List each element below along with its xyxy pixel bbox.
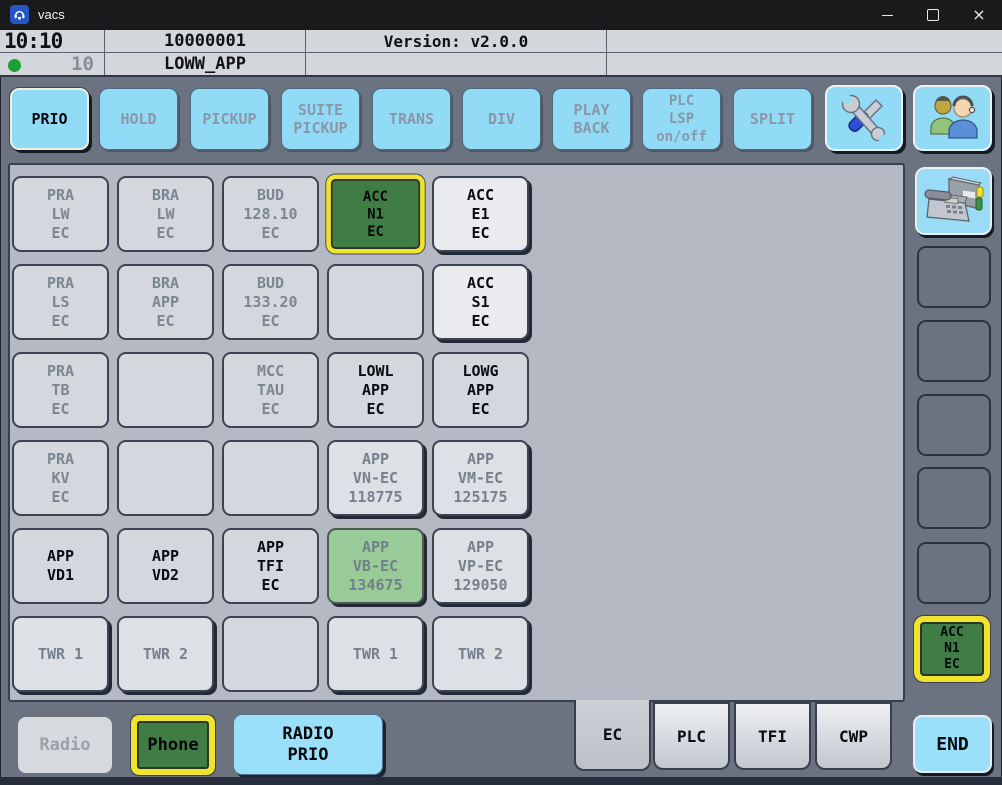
da-button-bud-12810[interactable]: BUD 128.10 EC — [222, 176, 319, 252]
status-bar: 10:10 10 10000001 LOWW_APP Version: v2.0… — [0, 30, 1002, 77]
window-title: vacs — [38, 7, 65, 22]
status-green-dot — [8, 59, 21, 72]
radio-prio-button[interactable]: RADIO PRIO — [233, 714, 383, 775]
call-slot-empty[interactable] — [917, 542, 991, 604]
da-button-lowl-app[interactable]: LOWL APP EC — [327, 352, 424, 428]
toolbar-button-playback[interactable]: PLAY BACK — [552, 88, 631, 150]
version-label: Version: v2.0.0 — [306, 30, 607, 53]
da-button-twr1-a[interactable]: TWR 1 — [12, 616, 109, 692]
vacs-window: vacs × 10:10 10 10000001 LOWW_APP Versio… — [0, 0, 1002, 785]
da-button-empty[interactable] — [222, 440, 319, 516]
da-button-app-vm[interactable]: APP VM-EC 125175 — [432, 440, 529, 516]
users-button[interactable] — [913, 85, 992, 151]
toolbar-button-div[interactable]: DIV — [462, 88, 541, 150]
da-button-lowg-app[interactable]: LOWG APP EC — [432, 352, 529, 428]
call-slot-empty[interactable] — [917, 467, 991, 529]
da-button-app-vd1[interactable]: APP VD1 — [12, 528, 109, 604]
da-button-pra-kv[interactable]: PRA KV EC — [12, 440, 109, 516]
da-button-empty[interactable] — [327, 264, 424, 340]
da-button-acc-n1-selected[interactable]: ACC N1 EC — [331, 179, 420, 249]
da-button-empty[interactable] — [117, 352, 214, 428]
toolbar-button-prio[interactable]: PRIO — [10, 88, 89, 150]
da-button-empty[interactable] — [222, 616, 319, 692]
status-empty-cell — [607, 53, 1002, 75]
da-button-app-vd2[interactable]: APP VD2 — [117, 528, 214, 604]
titlebar: vacs × — [0, 0, 1002, 30]
status-empty-cell — [306, 53, 607, 75]
da-button-pra-lw[interactable]: PRA LW EC — [12, 176, 109, 252]
da-button-mcc-tau[interactable]: MCC TAU EC — [222, 352, 319, 428]
maximize-icon — [927, 9, 939, 21]
minimize-icon — [882, 15, 893, 16]
toolbar-button-trans[interactable]: TRANS — [372, 88, 451, 150]
close-button[interactable]: × — [956, 0, 1002, 30]
toolbar-button-pickup[interactable]: PICKUP — [190, 88, 269, 150]
window-bottom-edge — [0, 777, 1002, 785]
station-name: LOWW_APP — [105, 53, 306, 75]
da-button-app-vb[interactable]: APP VB-EC 134675 — [327, 528, 424, 604]
settings-button[interactable] — [825, 85, 903, 151]
phone-directory-button[interactable] — [915, 167, 992, 235]
toolbar-button-suite-pickup[interactable]: SUITE PICKUP — [281, 88, 360, 150]
da-button-acc-s1[interactable]: ACC S1 EC — [432, 264, 529, 340]
call-slot-empty[interactable] — [917, 320, 991, 382]
toolbar-button-split[interactable]: SPLIT — [733, 88, 812, 150]
vacs-app-icon — [10, 5, 29, 24]
da-button-pra-tb[interactable]: PRA TB EC — [12, 352, 109, 428]
users-icon — [925, 92, 981, 144]
minimize-button[interactable] — [864, 0, 910, 30]
tools-icon — [838, 92, 890, 144]
da-button-acc-e1[interactable]: ACC E1 EC — [432, 176, 529, 252]
active-call-acc-n1[interactable]: ACC N1 EC — [920, 622, 984, 676]
da-button-app-vn[interactable]: APP VN-EC 118775 — [327, 440, 424, 516]
tab-plc[interactable]: PLC — [653, 702, 730, 770]
da-button-bud-13320[interactable]: BUD 133.20 EC — [222, 264, 319, 340]
da-button-empty[interactable] — [117, 440, 214, 516]
da-button-app-tfi[interactable]: APP TFI EC — [222, 528, 319, 604]
da-button-twr2-a[interactable]: TWR 2 — [117, 616, 214, 692]
status-empty-cell — [607, 30, 1002, 53]
da-button-bra-app[interactable]: BRA APP EC — [117, 264, 214, 340]
da-button-bra-lw[interactable]: BRA LW EC — [117, 176, 214, 252]
maximize-button[interactable] — [910, 0, 956, 30]
station-id: 10000001 — [105, 30, 306, 53]
tab-ec[interactable]: EC — [574, 700, 651, 771]
tab-cwp[interactable]: CWP — [815, 702, 892, 770]
da-button-app-vp[interactable]: APP VP-EC 129050 — [432, 528, 529, 604]
clock: 10:10 — [0, 30, 105, 53]
close-icon: × — [972, 7, 985, 23]
phone-directory-icon — [923, 175, 985, 227]
toolbar-button-plc-lsp[interactable]: PLC LSP on/off — [642, 88, 721, 150]
end-button[interactable]: END — [913, 715, 992, 773]
call-slot-empty[interactable] — [917, 246, 991, 308]
phone-mode-button[interactable]: Phone — [137, 721, 209, 769]
call-slot-empty[interactable] — [917, 394, 991, 456]
da-button-pra-ls[interactable]: PRA LS EC — [12, 264, 109, 340]
tab-tfi[interactable]: TFI — [734, 702, 811, 770]
da-button-twr1-b[interactable]: TWR 1 — [327, 616, 424, 692]
radio-mode-button[interactable]: Radio — [18, 717, 112, 773]
da-button-twr2-b[interactable]: TWR 2 — [432, 616, 529, 692]
toolbar-button-hold[interactable]: HOLD — [99, 88, 178, 150]
